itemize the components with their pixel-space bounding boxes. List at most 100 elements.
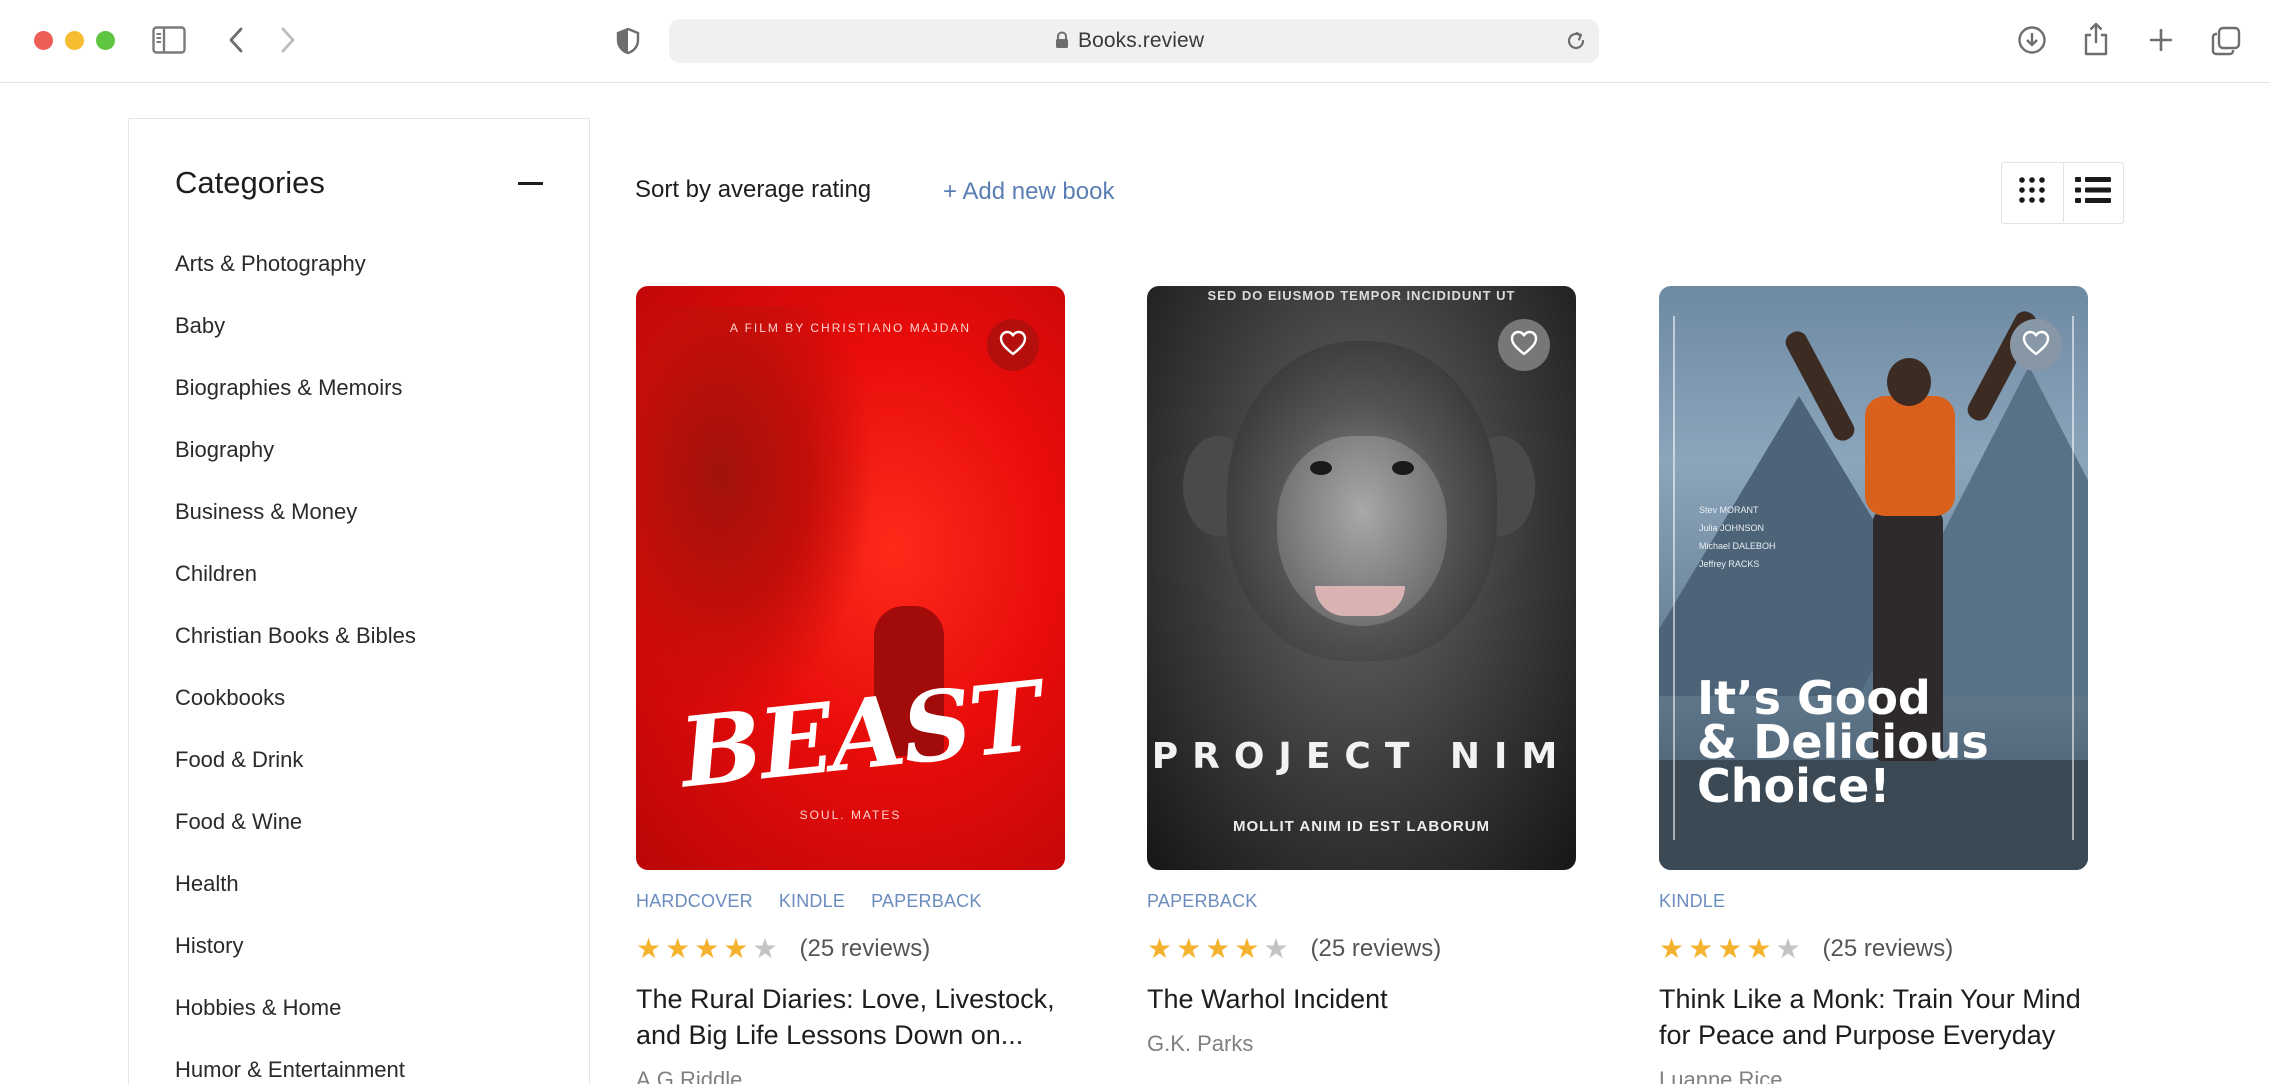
sort-dropdown[interactable]: Sort by average rating (635, 176, 871, 204)
cover-credit-line: Michael DALEBOH (1699, 541, 1776, 551)
cover-credit-line: Stev MORANT (1699, 505, 1759, 515)
format-tag[interactable]: KINDLE (779, 891, 845, 911)
star-filled-icon: ★ (1659, 933, 1685, 964)
format-list: KINDLE (1659, 891, 2088, 911)
book-author[interactable]: A.G Riddle (636, 1067, 1065, 1084)
format-list: PAPERBACK (1147, 891, 1576, 911)
book-title[interactable]: The Warhol Incident (1147, 981, 1576, 1017)
star-filled-icon: ★ (665, 933, 691, 964)
book-card[interactable]: A FILM BY CHRISTIANO MAJDAN BEAST SOUL. … (636, 286, 1065, 1084)
category-item[interactable]: Biography (175, 438, 416, 500)
categories-sidebar: Categories Arts & Photography Baby Biogr… (128, 118, 590, 1084)
privacy-shield-icon[interactable] (616, 27, 640, 55)
category-item[interactable]: Food & Drink (175, 748, 416, 810)
browser-toolbar: Books.review (0, 0, 2270, 83)
star-empty-icon: ★ (1263, 933, 1289, 964)
review-count[interactable]: (25 reviews) (1823, 935, 1954, 963)
category-list: Arts & Photography Baby Biographies & Me… (175, 252, 416, 1084)
book-author[interactable]: Luanne Rice (1659, 1067, 2088, 1084)
new-tab-icon[interactable] (2148, 27, 2174, 53)
minimize-window-button[interactable] (65, 31, 84, 50)
heart-icon (999, 330, 1027, 361)
review-count[interactable]: (25 reviews) (800, 935, 931, 963)
category-item[interactable]: Health (175, 872, 416, 934)
category-item[interactable]: Cookbooks (175, 686, 416, 748)
grid-view-button[interactable] (2002, 163, 2063, 222)
book-title[interactable]: The Rural Diaries: Love, Livestock, and … (636, 981, 1065, 1053)
book-cover[interactable]: A FILM BY CHRISTIANO MAJDAN BEAST SOUL. … (636, 286, 1065, 870)
cover-title: It’s Good & Delicious Choice! (1697, 675, 1989, 813)
category-item[interactable]: Baby (175, 314, 416, 376)
favorite-button[interactable] (2010, 319, 2062, 371)
format-tag[interactable]: KINDLE (1659, 891, 1725, 911)
close-window-button[interactable] (34, 31, 53, 50)
category-item[interactable]: Arts & Photography (175, 252, 416, 314)
star-filled-icon: ★ (1147, 933, 1173, 964)
downloads-icon[interactable] (2017, 25, 2047, 55)
lock-icon (1055, 31, 1069, 54)
cover-smoke-art (636, 306, 876, 726)
cover-title: PROJECT NIM (1151, 736, 1572, 777)
star-filled-icon: ★ (694, 933, 720, 964)
tab-overview-icon[interactable] (2211, 26, 2241, 56)
category-item[interactable]: Christian Books & Bibles (175, 624, 416, 686)
cover-chimp-eye-art (1392, 461, 1414, 475)
heart-icon (2022, 330, 2050, 361)
format-tag[interactable]: HARDCOVER (636, 891, 753, 911)
star-filled-icon: ★ (636, 933, 662, 964)
format-list: HARDCOVER KINDLE PAPERBACK (636, 891, 1065, 911)
cover-border-art (1673, 316, 1675, 840)
zoom-window-button[interactable] (96, 31, 115, 50)
add-new-book-link[interactable]: + Add new book (943, 178, 1114, 206)
category-item[interactable]: Children (175, 562, 416, 624)
book-card[interactable]: SED DO EIUSMOD TEMPOR INCIDIDUNT UT PROJ… (1147, 286, 1576, 1057)
format-tag[interactable]: PAPERBACK (1147, 891, 1258, 911)
categories-title: Categories (175, 165, 325, 200)
cover-credit-line: Julia JOHNSON (1699, 523, 1765, 533)
category-item[interactable]: Biographies & Memoirs (175, 376, 416, 438)
heart-icon (1510, 330, 1538, 361)
star-rating: ★ ★ ★ ★ ★ (636, 935, 778, 963)
address-bar[interactable]: Books.review (669, 19, 1599, 63)
forward-icon[interactable] (278, 26, 298, 54)
star-filled-icon: ★ (1717, 933, 1743, 964)
category-item[interactable]: Business & Money (175, 500, 416, 562)
review-count[interactable]: (25 reviews) (1311, 935, 1442, 963)
cover-subtitle: MOLLIT ANIM ID EST LABORUM (1232, 818, 1491, 835)
star-filled-icon: ★ (1205, 933, 1231, 964)
cover-kicker: SED DO EIUSMOD TEMPOR INCIDIDUNT UT (1207, 288, 1516, 303)
cover-subtitle: SOUL. MATES (799, 808, 902, 822)
book-cover[interactable]: SED DO EIUSMOD TEMPOR INCIDIDUNT UT PROJ… (1147, 286, 1576, 870)
category-item[interactable]: History (175, 934, 416, 996)
cover-title-line: Choice! (1697, 759, 1891, 813)
book-title[interactable]: Think Like a Monk: Train Your Mind for P… (1659, 981, 2088, 1053)
star-filled-icon: ★ (1176, 933, 1202, 964)
share-icon[interactable] (2083, 22, 2109, 56)
star-empty-icon: ★ (752, 933, 778, 964)
star-filled-icon: ★ (1234, 933, 1260, 964)
cover-credit-line: Jeffrey RACKS (1699, 559, 1760, 569)
list-view-button[interactable] (2062, 163, 2124, 222)
reload-icon[interactable] (1565, 30, 1587, 57)
format-tag[interactable]: PAPERBACK (871, 891, 982, 911)
category-item[interactable]: Food & Wine (175, 810, 416, 872)
star-rating: ★ ★ ★ ★ ★ (1147, 935, 1289, 963)
grid-icon (2019, 177, 2046, 208)
list-icon (2075, 177, 2112, 208)
cover-border-art (2072, 316, 2074, 840)
url-text: Books.review (1078, 29, 1205, 52)
book-author[interactable]: G.K. Parks (1147, 1031, 1576, 1057)
star-filled-icon: ★ (1688, 933, 1714, 964)
rating-row: ★ ★ ★ ★ ★ (25 reviews) (636, 934, 1065, 964)
favorite-button[interactable] (1498, 319, 1550, 371)
star-filled-icon: ★ (1746, 933, 1772, 964)
collapse-icon[interactable] (518, 182, 543, 185)
category-item[interactable]: Humor & Entertainment (175, 1058, 416, 1084)
book-cover[interactable]: Stev MORANT Julia JOHNSON Michael DALEBO… (1659, 286, 2088, 870)
favorite-button[interactable] (987, 319, 1039, 371)
book-card[interactable]: Stev MORANT Julia JOHNSON Michael DALEBO… (1659, 286, 2088, 1084)
star-filled-icon: ★ (723, 933, 749, 964)
sidebar-toggle-icon[interactable] (152, 26, 186, 54)
back-icon[interactable] (226, 26, 246, 54)
category-item[interactable]: Hobbies & Home (175, 996, 416, 1058)
